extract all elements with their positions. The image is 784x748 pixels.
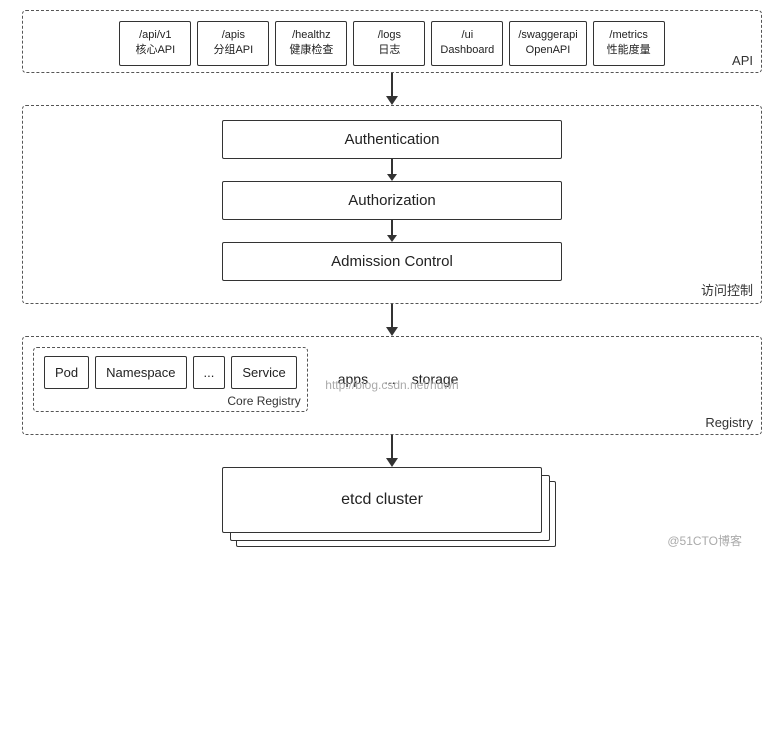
arrow-auth-to-authz <box>387 159 397 181</box>
api-label: API <box>732 53 753 68</box>
arrow-authz-to-admission <box>387 220 397 242</box>
diagram-wrapper: /api/v1核心API/apis分组API/healthz健康检查/logs日… <box>0 0 784 567</box>
watermark: http://blog.csdn.net/huwh <box>325 378 458 392</box>
etcd-stack: etcd cluster <box>222 467 562 557</box>
core-reg-item-1: Namespace <box>95 356 186 389</box>
api-box-2: /healthz健康检查 <box>275 21 347 66</box>
api-box-6: /metrics性能度量 <box>593 21 665 66</box>
core-registry-label: Core Registry <box>227 394 300 408</box>
api-box-1: /apis分组API <box>197 21 269 66</box>
core-reg-item-3: Service <box>231 356 296 389</box>
authentication-box: Authentication <box>222 120 562 159</box>
core-reg-item-2: ... <box>193 356 226 389</box>
api-boxes: /api/v1核心API/apis分组API/healthz健康检查/logs日… <box>35 21 749 66</box>
admission-control-box: Admission Control <box>222 242 562 281</box>
api-box-4: /uiDashboard <box>431 21 503 66</box>
api-box-0: /api/v1核心API <box>119 21 191 66</box>
authorization-box: Authorization <box>222 181 562 220</box>
etcd-card-2: etcd cluster <box>222 467 542 533</box>
api-box-5: /swaggerapiOpenAPI <box>509 21 586 66</box>
core-reg-item-0: Pod <box>44 356 89 389</box>
core-registry: PodNamespace...Service Core Registry <box>33 347 308 412</box>
access-section: Authentication Authorization Admission C… <box>22 105 762 304</box>
api-box-3: /logs日志 <box>353 21 425 66</box>
arrow-access-to-registry <box>386 304 398 336</box>
registry-label: Registry <box>705 415 753 430</box>
etcd-section: etcd cluster @51CTO博客 <box>22 467 762 557</box>
watermark2: @51CTO博客 <box>667 532 742 549</box>
arrow-registry-to-etcd <box>386 435 398 467</box>
access-label: 访问控制 <box>701 280 753 299</box>
api-section: /api/v1核心API/apis分组API/healthz健康检查/logs日… <box>22 10 762 73</box>
arrow-api-to-access <box>386 73 398 105</box>
